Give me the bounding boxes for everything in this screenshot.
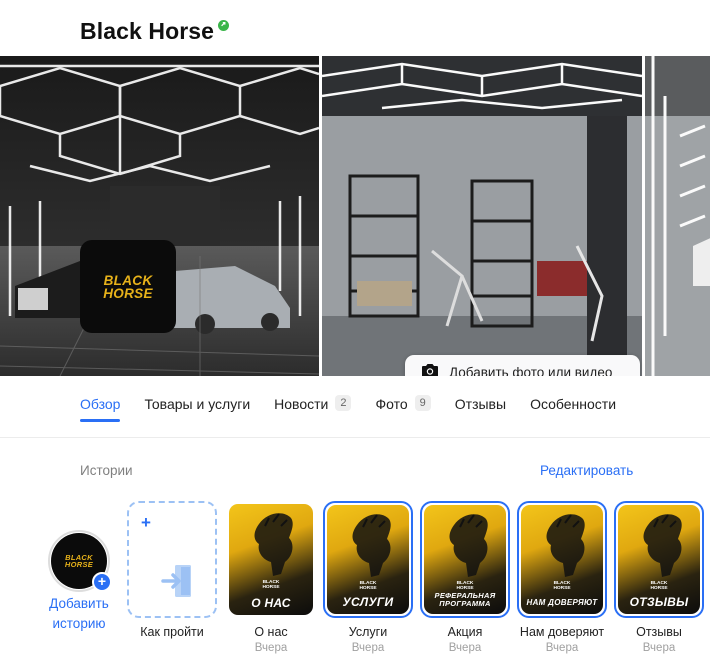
howto-label: Как пройти	[140, 625, 204, 639]
tab-label: Новости	[274, 396, 329, 412]
story-caption: ОТЗЫВЫ	[629, 595, 689, 609]
enter-door-icon	[161, 563, 193, 604]
verified-check-icon	[218, 19, 230, 31]
tabs-divider	[0, 437, 710, 438]
news-count-badge: 2	[335, 395, 352, 411]
story-logo-line-2: HORSE	[262, 585, 280, 590]
story-image: BLACK HORSE ОТЗЫВЫ	[618, 505, 700, 614]
logo-line-1: BLACK	[103, 272, 153, 288]
story-label: Отзывы	[636, 625, 682, 639]
tab-features[interactable]: Особенности	[530, 386, 616, 422]
story-time: Вчера	[448, 642, 482, 654]
avatar-ring: BLACK HORSE +	[48, 530, 112, 592]
story-time: Вчера	[642, 642, 676, 654]
tab-label: Обзор	[80, 396, 121, 412]
edit-stories-link[interactable]: Редактировать	[540, 463, 633, 478]
howto-story-card[interactable]: +	[127, 501, 217, 618]
logo-line-2: HORSE	[103, 285, 153, 301]
plus-icon: +	[141, 513, 151, 532]
story-mini-logo: BLACK HORSE	[521, 581, 603, 591]
story-card-about[interactable]: BLACK HORSE О НАС	[226, 501, 316, 618]
gallery-photo-workshop[interactable]	[322, 56, 642, 376]
story-logo-line-2: HORSE	[650, 586, 668, 591]
story-caption: НАМ ДОВЕРЯЮТ	[526, 598, 598, 607]
story-time: Вчера	[254, 642, 288, 654]
story-label: О нас	[254, 625, 288, 639]
add-story-button[interactable]: BLACK HORSE + Добавить историю	[40, 530, 118, 634]
story-card-promo[interactable]: BLACK HORSE РЕФЕРАЛЬНАЯ ПРОГРАММА	[420, 501, 510, 618]
tab-label: Особенности	[530, 396, 617, 412]
camera-icon	[421, 363, 439, 376]
add-media-label: Добавить фото или видео	[449, 365, 613, 376]
story-label: Акция	[447, 625, 483, 639]
business-header: Black Horse	[80, 14, 230, 48]
tab-label: Фото	[375, 396, 408, 412]
tab-products-services[interactable]: Товары и услуги	[144, 386, 250, 422]
business-logo: BLACK HORSE	[80, 240, 176, 333]
story-caption: УСЛУГИ	[342, 595, 394, 609]
tab-label: Товары и услуги	[144, 396, 251, 412]
story-image: BLACK HORSE РЕФЕРАЛЬНАЯ ПРОГРАММА	[424, 505, 506, 614]
story-card-reviews[interactable]: BLACK HORSE ОТЗЫВЫ	[614, 501, 704, 618]
story-image: BLACK HORSE УСЛУГИ	[327, 505, 409, 614]
story-logo-line-2: HORSE	[359, 586, 377, 591]
photos-count-badge: 9	[414, 395, 431, 411]
tab-reviews[interactable]: Отзывы	[455, 386, 506, 422]
story-mini-logo: BLACK HORSE	[327, 581, 409, 591]
avatar-logo-line-2: HORSE	[64, 560, 94, 569]
story-label: Нам доверяют	[519, 625, 605, 639]
add-story-label: Добавить историю	[49, 596, 109, 631]
plus-icon: +	[92, 572, 112, 592]
story-mini-logo: BLACK HORSE	[618, 581, 700, 591]
tab-photos[interactable]: Фото 9	[375, 386, 431, 422]
story-caption: О НАС	[251, 596, 291, 610]
story-time: Вчера	[545, 642, 579, 654]
tab-overview[interactable]: Обзор	[80, 386, 121, 422]
story-mini-logo: BLACK HORSE	[229, 580, 313, 590]
business-name: Black Horse	[80, 17, 215, 44]
tab-news[interactable]: Новости 2	[274, 386, 352, 422]
tab-label: Отзывы	[454, 396, 507, 412]
story-card-trust[interactable]: BLACK HORSE НАМ ДОВЕРЯЮТ	[517, 501, 607, 618]
story-image: BLACK HORSE О НАС	[229, 504, 313, 615]
story-label: Услуги	[348, 625, 388, 639]
section-tabs: Обзор Товары и услуги Новости 2 Фото 9 О…	[80, 386, 640, 422]
story-caption: РЕФЕРАЛЬНАЯ ПРОГРАММА	[434, 591, 496, 608]
add-media-button[interactable]: Добавить фото или видео	[405, 355, 640, 376]
gallery-photo-partial[interactable]	[645, 56, 710, 376]
story-card-services[interactable]: BLACK HORSE УСЛУГИ	[323, 501, 413, 618]
stories-section-title: Истории	[80, 463, 133, 478]
story-time: Вчера	[351, 642, 385, 654]
story-image: BLACK HORSE НАМ ДОВЕРЯЮТ	[521, 505, 603, 614]
story-mini-logo: BLACK HORSE	[424, 581, 506, 591]
story-logo-line-2: HORSE	[553, 586, 571, 591]
